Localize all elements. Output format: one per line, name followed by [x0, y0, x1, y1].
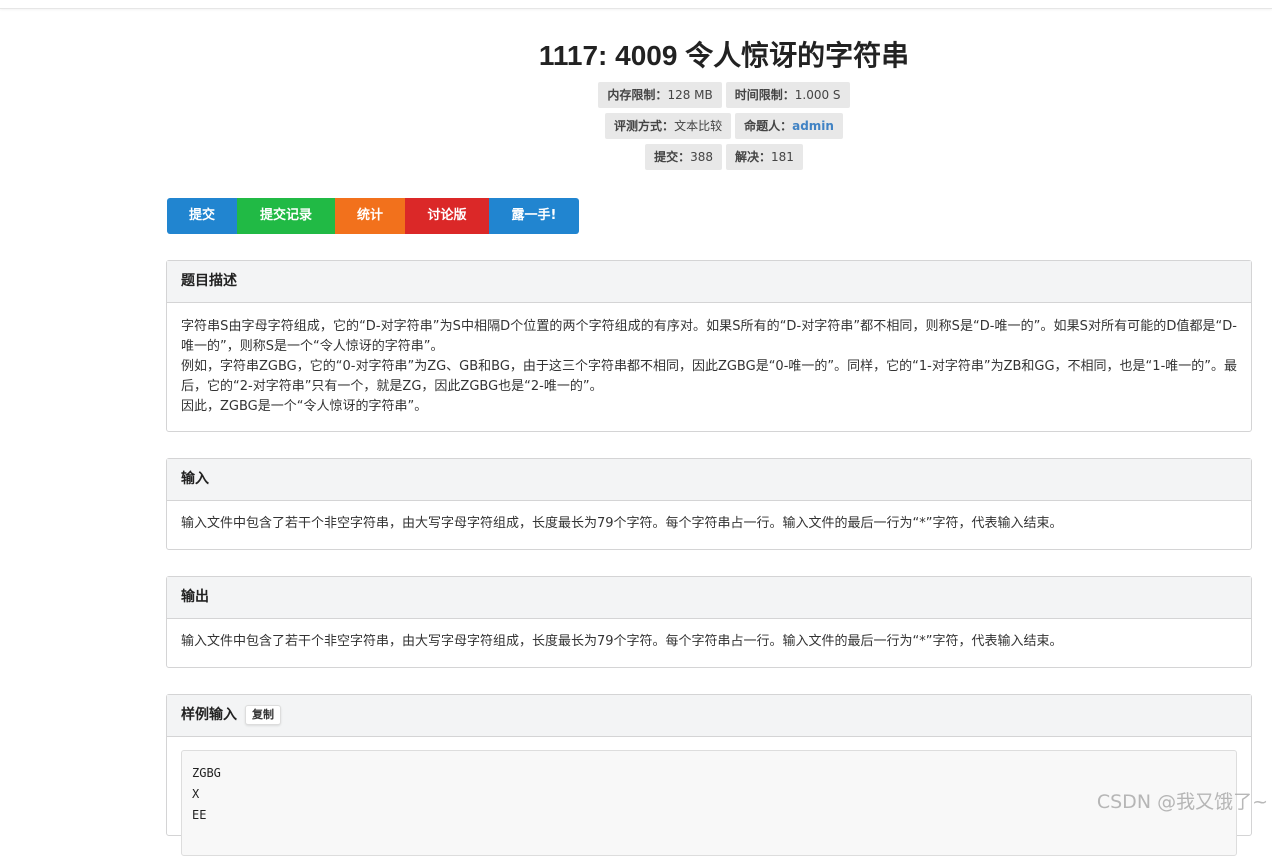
limits-row: 内存限制：128 MB 时间限制：1.000 S	[0, 82, 1272, 108]
output-heading: 输出	[167, 577, 1251, 619]
description-heading: 题目描述	[167, 261, 1251, 303]
output-body: 输入文件中包含了若干个非空字符串，由大写字母字符组成，长度最长为79个字符。每个…	[167, 619, 1251, 666]
author-link[interactable]: admin	[792, 119, 834, 133]
sample-input-header: 样例输入复制	[167, 695, 1251, 737]
output-panel: 输出 输入文件中包含了若干个非空字符串，由大写字母字符组成，长度最长为79个字符…	[166, 576, 1252, 668]
judge-method-badge: 评测方式：文本比较	[605, 113, 731, 139]
memory-limit-badge: 内存限制：128 MB	[598, 82, 721, 108]
submit-records-button[interactable]: 提交记录	[237, 198, 335, 234]
submit-button[interactable]: 提交	[167, 198, 237, 234]
input-text: 输入文件中包含了若干个非空字符串，由大写字母字符组成，长度最长为79个字符。每个…	[181, 514, 1237, 534]
description-paragraph: 因此，ZGBG是一个“令人惊讶的字符串”。	[181, 397, 1237, 417]
description-panel: 题目描述 字符串S由字母字符组成，它的“D-对字符串”为S中相隔D个位置的两个字…	[166, 260, 1252, 432]
stats-row: 提交：388 解决：181	[0, 144, 1272, 170]
description-paragraph: 例如，字符串ZGBG，它的“0-对字符串”为ZG、GB和BG，由于这三个字符串都…	[181, 357, 1237, 397]
copy-button[interactable]: 复制	[245, 705, 281, 725]
csdn-watermark: CSDN @我又饿了~	[1097, 787, 1268, 814]
input-body: 输入文件中包含了若干个非空字符串，由大写字母字符组成，长度最长为79个字符。每个…	[167, 501, 1251, 548]
author-badge: 命题人：admin	[735, 113, 843, 139]
sample-input-heading: 样例输入	[181, 707, 237, 723]
page-title: 1117: 4009 令人惊讶的字符串	[0, 34, 1272, 74]
output-text: 输入文件中包含了若干个非空字符串，由大写字母字符组成，长度最长为79个字符。每个…	[181, 632, 1237, 652]
code-line: EE	[192, 805, 1226, 826]
top-divider	[0, 0, 1272, 9]
sample-input-panel: 样例输入复制 ZGBG X EE	[166, 694, 1252, 836]
discussion-button[interactable]: 讨论版	[405, 198, 489, 234]
description-paragraph: 字符串S由字母字符组成，它的“D-对字符串”为S中相隔D个位置的两个字符组成的有…	[181, 317, 1237, 357]
code-line: X	[192, 784, 1226, 805]
input-panel: 输入 输入文件中包含了若干个非空字符串，由大写字母字符组成，长度最长为79个字符…	[166, 458, 1252, 550]
show-off-button[interactable]: 露一手!	[489, 198, 579, 234]
input-heading: 输入	[167, 459, 1251, 501]
code-line: ZGBG	[192, 763, 1226, 784]
submit-count-badge: 提交：388	[645, 144, 722, 170]
solved-count-badge: 解决：181	[726, 144, 803, 170]
sample-input-code[interactable]: ZGBG X EE	[181, 750, 1237, 856]
judge-row: 评测方式：文本比较 命题人：admin	[0, 113, 1272, 139]
statistics-button[interactable]: 统计	[335, 198, 405, 234]
action-button-group: 提交 提交记录 统计 讨论版 露一手!	[167, 198, 579, 234]
time-limit-badge: 时间限制：1.000 S	[726, 82, 850, 108]
description-body: 字符串S由字母字符组成，它的“D-对字符串”为S中相隔D个位置的两个字符组成的有…	[167, 303, 1251, 431]
